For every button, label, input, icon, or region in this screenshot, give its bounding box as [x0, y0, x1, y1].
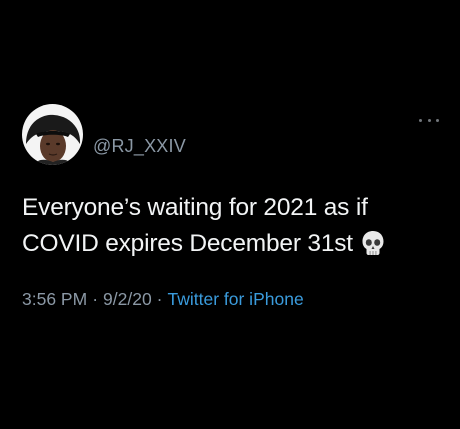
tweet-text-line-2-text: COVID expires December 31st: [22, 230, 353, 257]
tweet-time[interactable]: 3:56 PM: [22, 289, 87, 309]
skull-emoji-icon: [361, 230, 385, 267]
more-dot: [427, 118, 431, 122]
tweet-text-line-2: COVID expires December 31st: [22, 226, 442, 267]
tweet-text: Everyone’s waiting for 2021 as if COVID …: [22, 190, 442, 267]
more-dot: [419, 118, 422, 122]
avatar[interactable]: [22, 104, 83, 165]
more-options-icon[interactable]: [419, 116, 439, 124]
tweet-text-line-1: Everyone’s waiting for 2021 as if: [22, 194, 368, 221]
meta-separator: ·: [156, 289, 163, 309]
more-dot: [436, 118, 439, 122]
tweet-date[interactable]: 9/2/20: [103, 289, 152, 309]
meta-separator: ·: [92, 289, 99, 309]
tweet-source-link[interactable]: Twitter for iPhone: [168, 289, 304, 309]
tweet-meta: 3:56 PM · 9/2/20 · Twitter for iPhone: [22, 288, 304, 310]
avatar-image: [22, 104, 83, 165]
user-handle[interactable]: @RJ_XXIV: [93, 136, 186, 156]
tweet-card: @RJ_XXIV Everyone’s waiting for 2021 as …: [0, 0, 460, 429]
